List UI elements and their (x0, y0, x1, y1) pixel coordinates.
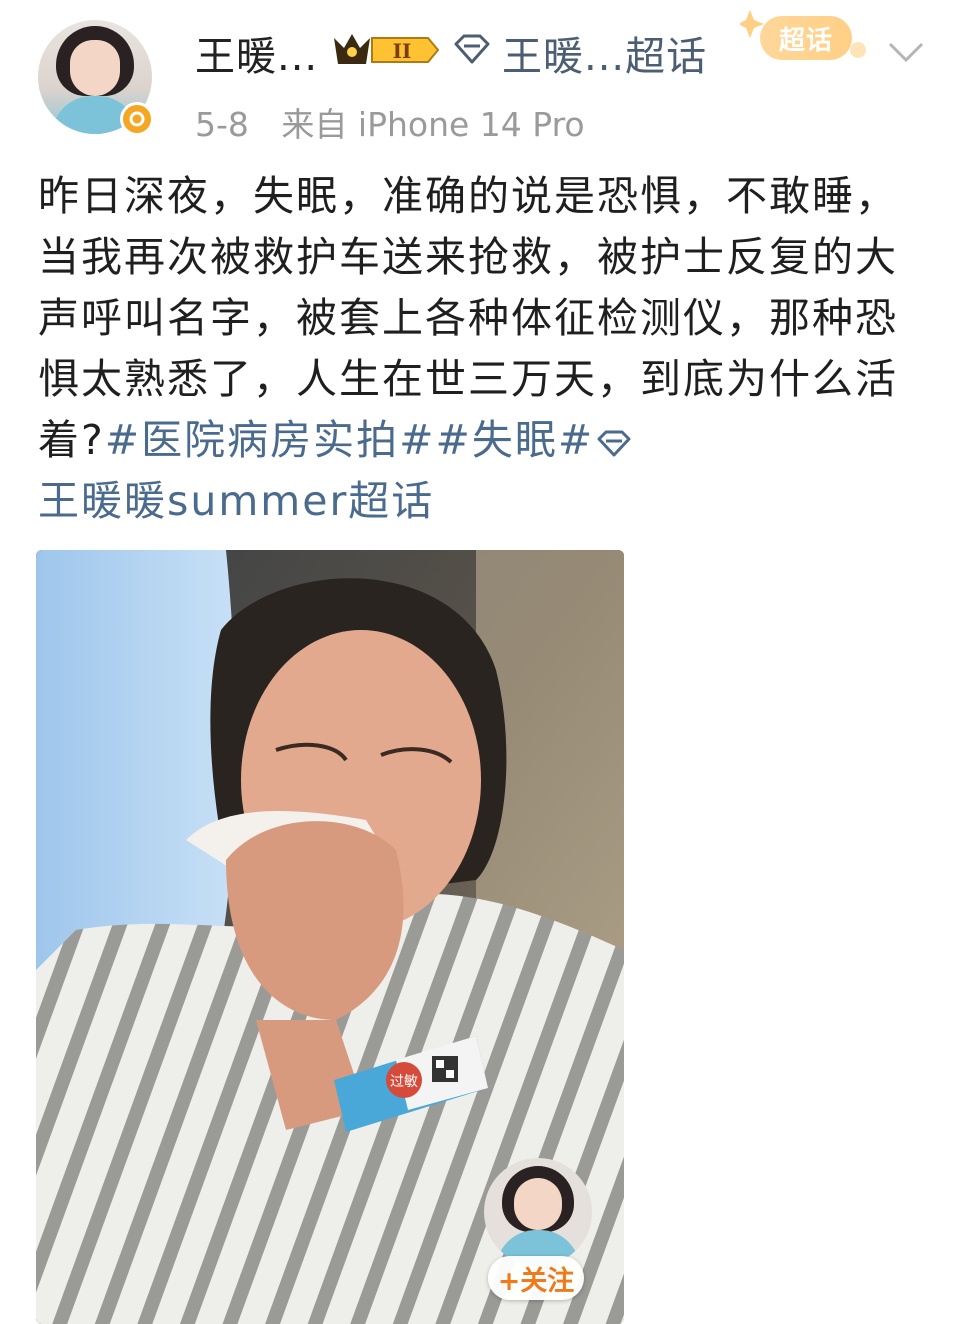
author-name[interactable]: 王暖... (195, 24, 318, 82)
chaohua-tag-label: 超话 (760, 16, 852, 60)
chevron-down-icon[interactable] (884, 36, 928, 66)
floating-avatar[interactable] (484, 1158, 592, 1266)
post-date: 5-8 (195, 105, 249, 144)
post-header: 王暖... II 王暖...超话 超话 5-8 来自 iPhone 14 Pro (0, 0, 960, 150)
hashtag-insomnia[interactable]: #失眠# (435, 416, 594, 464)
post-body: 昨日深夜，失眠，准确的说是恐惧，不敢睡，当我再次被救护车送来抢救，被护士反复的大… (38, 166, 918, 532)
chaohua-name-link[interactable]: 王暖暖summer超话 (38, 477, 434, 525)
verified-icon (120, 102, 154, 136)
chaohua-link[interactable]: 王暖...超话 (502, 24, 707, 82)
post-meta: 5-8 来自 iPhone 14 Pro (195, 98, 607, 146)
hashtag-hospital[interactable]: #医院病房实拍# (105, 416, 436, 464)
diamond-icon (454, 34, 490, 64)
crown-level-icon[interactable]: II (330, 30, 440, 70)
wristband-label: 过敏 (390, 1074, 418, 1090)
chaohua-tag[interactable]: 超话 (740, 6, 868, 70)
diamond-icon (597, 430, 631, 457)
follow-button[interactable]: +关注 (488, 1256, 584, 1300)
post-source: 来自 iPhone 14 Pro (281, 105, 585, 144)
level-text: II (393, 39, 412, 63)
